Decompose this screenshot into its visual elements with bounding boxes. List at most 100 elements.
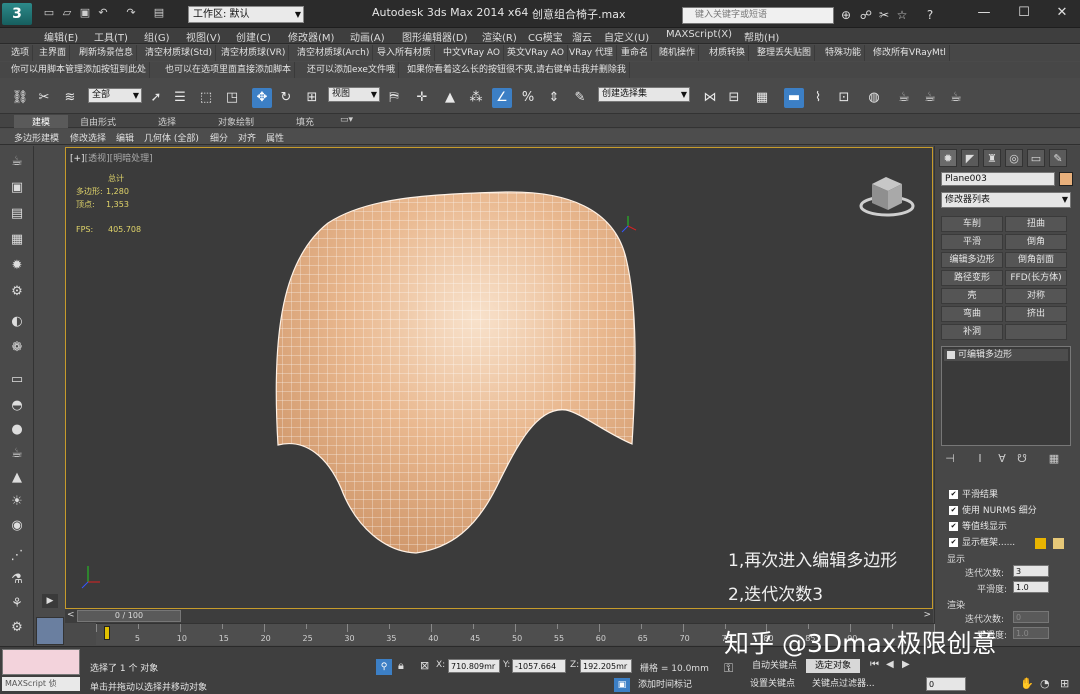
communication-icon[interactable]: ☍ xyxy=(858,7,874,23)
custom-button[interactable]: 你可以用脚本管理添加按钮到此处 xyxy=(8,62,151,78)
keyboard-shortcut-icon[interactable]: ▲ xyxy=(440,88,460,108)
modifier-button[interactable]: 编辑多边形 xyxy=(941,252,1003,268)
custom-button[interactable]: 还可以添加exe文件哦 xyxy=(304,62,399,78)
panel-align[interactable]: 对齐 xyxy=(238,131,256,144)
close-icon[interactable]: ✕ xyxy=(1042,2,1080,24)
show-cage-checkbox[interactable]: 显示框架...... xyxy=(949,536,1015,550)
set-key-button[interactable]: 设置关键点 xyxy=(750,677,795,691)
dynamics-icon[interactable]: ⚗ xyxy=(7,570,27,590)
custom-button[interactable]: 整理丢失贴图 xyxy=(754,45,816,61)
custom-button[interactable]: 英文VRay AO xyxy=(504,45,568,61)
smooth-result-checkbox[interactable]: 平滑结果 xyxy=(949,488,998,502)
panel-edit[interactable]: 编辑 xyxy=(116,131,134,144)
help-icon[interactable]: ? xyxy=(922,7,938,23)
search-input[interactable]: 键入关键字或短语 xyxy=(682,7,834,24)
display-tab-icon[interactable]: ▭ xyxy=(1027,149,1045,167)
modifier-button[interactable]: 车削 xyxy=(941,216,1003,232)
plane-icon[interactable]: ▭ xyxy=(7,370,27,390)
bind-spacewarp-icon[interactable]: ≋ xyxy=(60,88,80,108)
menu-modifiers[interactable]: 修改器(M) xyxy=(288,29,334,44)
settings-icon[interactable]: ⚙ xyxy=(7,618,27,638)
move-icon[interactable]: ✥ xyxy=(252,88,272,108)
modifier-button[interactable]: 壳 xyxy=(941,288,1003,304)
crowd-icon[interactable]: ⚘ xyxy=(7,594,27,614)
workspace-select[interactable]: 工作区: 默认 ▼ xyxy=(188,6,304,23)
light-icon[interactable]: ✹ xyxy=(7,256,27,276)
object-name-input[interactable]: Plane003 xyxy=(941,172,1055,186)
expand-toolbar-icon[interactable]: ▶ xyxy=(42,594,58,608)
lock-selection-icon[interactable]: 🔒︎ xyxy=(398,659,404,673)
selected-set-select[interactable]: 选定对象 xyxy=(806,659,860,673)
percent-snap-icon[interactable]: % xyxy=(518,88,538,108)
maxscript-listener[interactable] xyxy=(2,649,80,675)
grid-icon[interactable]: ▦ xyxy=(7,230,27,250)
smoothness-spinner[interactable]: 1.0 xyxy=(1013,581,1049,593)
menu-group[interactable]: 组(G) xyxy=(144,29,170,44)
modifier-button[interactable]: FFD(长方体) xyxy=(1005,270,1067,286)
z-coordinate-input[interactable]: 192.205mr xyxy=(580,659,632,673)
modifier-button[interactable]: 补洞 xyxy=(941,324,1003,340)
time-slider-next-icon[interactable]: > xyxy=(923,610,931,620)
current-time-marker[interactable] xyxy=(104,626,110,640)
rectangle-selection-icon[interactable]: ⬚ xyxy=(196,88,216,108)
modifier-button[interactable]: 挤出 xyxy=(1005,306,1067,322)
viewcube-icon[interactable] xyxy=(859,177,915,217)
undo-icon[interactable]: ↶ xyxy=(96,6,110,20)
create-tab-icon[interactable]: ✹ xyxy=(939,149,957,167)
time-tag-icon[interactable]: ▣ xyxy=(614,678,630,692)
pin-stack-icon[interactable]: ⊣ xyxy=(943,452,957,466)
rendered-frame-icon[interactable]: ☕ xyxy=(920,88,940,108)
modifier-button[interactable]: 平滑 xyxy=(941,234,1003,250)
isoline-display-checkbox[interactable]: 等值线显示 xyxy=(949,520,1007,534)
selection-filter-select[interactable]: 全部 ▼ xyxy=(88,88,142,103)
perspective-viewport[interactable]: [+][透视][明暗处理] 总计 多边形: 1,280 顶点: 1,353 FPS:… xyxy=(65,147,933,609)
material-editor-icon[interactable]: ◍ xyxy=(864,88,884,108)
custom-button[interactable]: 如果你看着这么长的按钮很不爽,请右键单击我并删除我 xyxy=(404,62,630,78)
link-icon[interactable]: ⛓ xyxy=(10,88,30,108)
graphite-ribbon-icon[interactable]: ▬ xyxy=(784,88,804,108)
scale-icon[interactable]: ⊞ xyxy=(302,88,322,108)
use-nurms-checkbox[interactable]: 使用 NURMS 细分 xyxy=(949,504,1037,518)
custom-button[interactable]: 清空材质球(Arch) xyxy=(294,45,374,61)
reference-coordinate-select[interactable]: 视图 ▼ xyxy=(328,87,380,102)
time-slider[interactable]: 0 / 100 > < xyxy=(65,609,933,623)
previous-frame-icon[interactable]: ◀ xyxy=(886,659,894,670)
named-selection-set-select[interactable]: 创建选择集 ▼ xyxy=(598,87,690,102)
select-object-icon[interactable]: ➚ xyxy=(146,88,166,108)
custom-button[interactable]: 导入所有材质 xyxy=(374,45,436,61)
iterations-spinner[interactable]: 3 xyxy=(1013,565,1049,577)
tab-modeling[interactable]: 建模 xyxy=(14,115,69,128)
select-manipulate-icon[interactable]: ✛ xyxy=(412,88,432,108)
auto-key-button[interactable]: 自动关键点 xyxy=(752,659,797,673)
app-logo-icon[interactable]: 3 xyxy=(2,3,32,25)
panel-polygon-modeling[interactable]: 多边形建模 xyxy=(14,131,59,144)
menu-rendering[interactable]: 渲染(R) xyxy=(482,29,517,44)
custom-button[interactable]: 清空材质球(Std) xyxy=(142,45,216,61)
tab-freeform[interactable]: 自由形式 xyxy=(80,115,116,128)
custom-button[interactable]: 修改所有VRayMtl xyxy=(870,45,950,61)
align-icon[interactable]: ⊟ xyxy=(724,88,744,108)
menu-edit[interactable]: 编辑(E) xyxy=(44,29,78,44)
render-setup-icon[interactable]: ☕ xyxy=(894,88,914,108)
cage-color-swatch-2[interactable] xyxy=(1053,538,1064,549)
angle-snap-icon[interactable]: ∠ xyxy=(492,88,512,108)
redo-icon[interactable]: ↷ xyxy=(124,6,138,20)
show-end-result-icon[interactable]: Ⅰ xyxy=(973,452,987,466)
custom-button[interactable]: 也可以在选项里面直接添加脚本 xyxy=(162,62,296,78)
menu-create[interactable]: 创建(C) xyxy=(236,29,271,44)
menu-tools[interactable]: 工具(T) xyxy=(94,29,128,44)
modifier-button[interactable] xyxy=(1005,324,1067,340)
make-unique-icon[interactable]: ∀ xyxy=(995,452,1009,466)
menu-customize[interactable]: 自定义(U) xyxy=(604,29,649,44)
orbit-icon[interactable]: ◔ xyxy=(1040,677,1050,690)
key-filters-button[interactable]: 关键点过滤器... xyxy=(812,677,875,691)
cage-color-swatch-1[interactable] xyxy=(1035,538,1046,549)
half-sphere-icon[interactable]: ◐ xyxy=(7,312,27,332)
box-icon[interactable]: ▣ xyxy=(7,178,27,198)
menu-maxscript[interactable]: MAXScript(X) xyxy=(666,29,732,40)
render-smoothness-spinner[interactable]: 1.0 xyxy=(1013,627,1049,639)
mini-listener[interactable] xyxy=(36,617,64,645)
teapot-icon[interactable]: ☕ xyxy=(7,152,27,172)
new-file-icon[interactable]: ▭ xyxy=(42,6,56,20)
add-time-tag[interactable]: 添加时间标记 xyxy=(638,678,692,692)
